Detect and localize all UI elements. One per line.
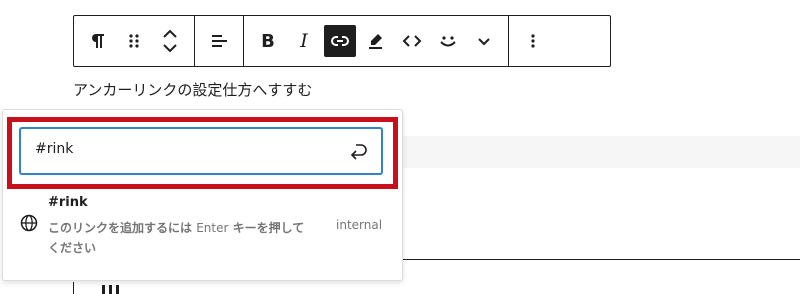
enter-key-label: Enter: [196, 221, 229, 235]
toolbar-group-options: [509, 16, 557, 66]
highlighter-icon: [366, 31, 386, 51]
inline-code-icon: [401, 31, 423, 51]
more-options-icon: [529, 31, 537, 51]
align-button[interactable]: [203, 25, 235, 57]
bold-label: B: [261, 30, 275, 52]
inline-code-button[interactable]: [396, 25, 428, 57]
toolbar-group-block: [74, 16, 195, 66]
suggestion-title: #rink: [48, 195, 88, 210]
block-separator: [400, 259, 800, 260]
suggestion-type: internal: [336, 218, 383, 232]
heading-glyph-fragment: [102, 284, 124, 294]
bold-button[interactable]: B: [252, 25, 284, 57]
submit-link-icon[interactable]: [347, 139, 371, 163]
emoji-button[interactable]: [432, 25, 464, 57]
editor-block-background: [400, 136, 800, 168]
block-left-border: [73, 282, 74, 294]
paragraph-button[interactable]: [82, 25, 114, 57]
align-left-icon: [209, 31, 229, 51]
drag-handle-button[interactable]: [118, 25, 150, 57]
italic-label: I: [300, 30, 308, 52]
paragraph-text[interactable]: アンカーリンクの設定仕方へすすむ: [73, 79, 312, 101]
link-url-input[interactable]: #rink: [20, 128, 382, 174]
link-url-value: #rink: [35, 141, 74, 157]
more-formats-button[interactable]: [468, 25, 500, 57]
suggestion-info: このリンクを追加するには Enter キーを押してください: [48, 218, 308, 258]
italic-button[interactable]: I: [288, 25, 320, 57]
options-button[interactable]: [517, 25, 549, 57]
move-up-down-icon: [161, 28, 179, 54]
chevron-down-icon: [475, 31, 493, 51]
highlight-button[interactable]: [360, 25, 392, 57]
toolbar-group-format: B I: [244, 16, 509, 66]
move-up-down-button[interactable]: [154, 25, 186, 57]
suggestion-info-before: このリンクを追加するには: [48, 221, 197, 235]
emoji-icon: [437, 31, 459, 51]
paragraph-icon: [88, 31, 108, 51]
drag-handle-icon: [126, 31, 142, 51]
toolbar-group-align: [195, 16, 244, 66]
globe-icon: [20, 214, 38, 236]
block-toolbar: B I: [73, 15, 611, 67]
link-button[interactable]: [324, 25, 356, 57]
link-suggestion-item[interactable]: #rink このリンクを追加するには Enter キーを押してください inte…: [16, 193, 396, 263]
link-icon: [330, 31, 350, 51]
